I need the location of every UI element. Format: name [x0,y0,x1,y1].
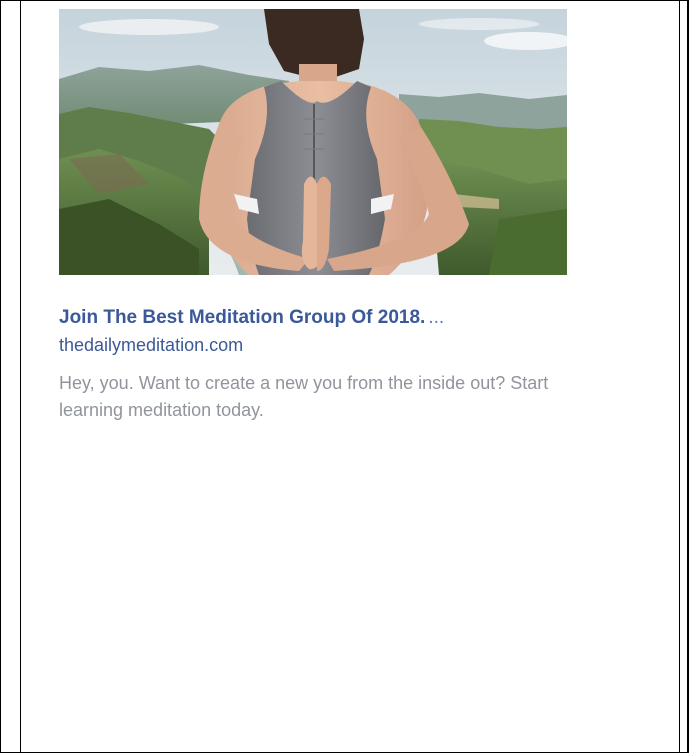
right-border-line [679,0,680,753]
ad-domain-link[interactable]: thedailymeditation.com [59,333,243,357]
ad-title-link[interactable]: Join The Best Meditation Group Of 2018..… [59,306,619,330]
ad-title[interactable]: Join The Best Meditation Group Of 2018. [59,307,425,328]
title-ellipsis: ... [428,307,445,328]
ad-description: Hey, you. Want to create a new you from … [59,373,549,420]
meditation-photo [59,9,567,275]
ad-hero-image[interactable] [59,9,567,275]
left-border-line [20,0,21,753]
